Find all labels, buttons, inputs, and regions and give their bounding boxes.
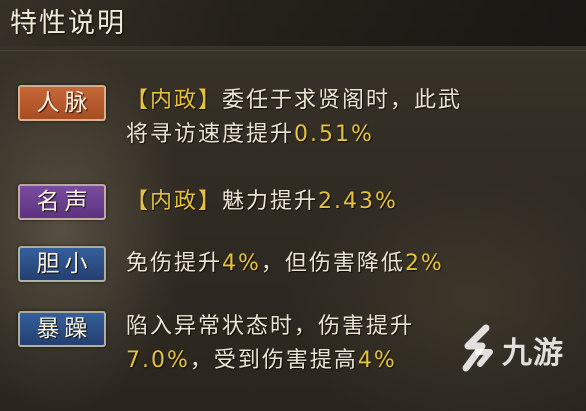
trait-value: 2% [404, 251, 444, 276]
trait-badge-baozao[interactable]: 暴躁 [18, 311, 106, 347]
trait-text: ，但伤害降低 [260, 251, 405, 276]
trait-value: 2.43% [318, 189, 398, 214]
trait-text: 魅力提升 [222, 189, 319, 214]
panel-title: 特性说明 [10, 8, 126, 39]
trait-badge-renmai[interactable]: 人脉 [18, 85, 106, 121]
trait-badge-danxiao[interactable]: 胆小 [18, 246, 106, 282]
trait-desc-mingsheng: 【内政】魅力提升2.43% [126, 185, 566, 219]
trait-text: ，受到伤害提高 [189, 348, 358, 373]
watermark-text: 九游 [502, 336, 564, 371]
trait-tag: 【内政】 [126, 189, 223, 214]
trait-text: 委任于求贤阁时，此武 [222, 88, 463, 113]
trait-text: 陷入异常状态时，伤害提升 [126, 314, 415, 339]
trait-value: 4% [357, 348, 397, 373]
trait-description-panel: 特性说明 人脉 【内政】委任于求贤阁时，此武 将寻访速度提升0.51% 名声 【… [0, 0, 586, 411]
trait-desc-line: 免伤提升4%，但伤害降低2% [126, 247, 566, 281]
trait-desc-line: 将寻访速度提升0.51% [126, 118, 566, 152]
trait-desc-line: 【内政】委任于求贤阁时，此武 [126, 84, 566, 118]
trait-text: 免伤提升 [126, 251, 223, 276]
trait-desc-line: 【内政】魅力提升2.43% [126, 185, 566, 219]
trait-desc-renmai: 【内政】委任于求贤阁时，此武 将寻访速度提升0.51% [126, 84, 566, 152]
9you-s-logo-icon [462, 324, 493, 372]
trait-tag: 【内政】 [126, 88, 223, 113]
watermark: 九游 [456, 322, 576, 378]
trait-value: 7.0% [126, 348, 190, 373]
trait-value: 4% [222, 251, 261, 276]
header-divider [0, 50, 586, 51]
trait-value: 0.51% [294, 122, 374, 147]
trait-desc-danxiao: 免伤提升4%，但伤害降低2% [126, 247, 566, 281]
trait-badge-mingsheng[interactable]: 名声 [18, 184, 106, 220]
trait-text: 将寻访速度提升 [126, 122, 295, 147]
